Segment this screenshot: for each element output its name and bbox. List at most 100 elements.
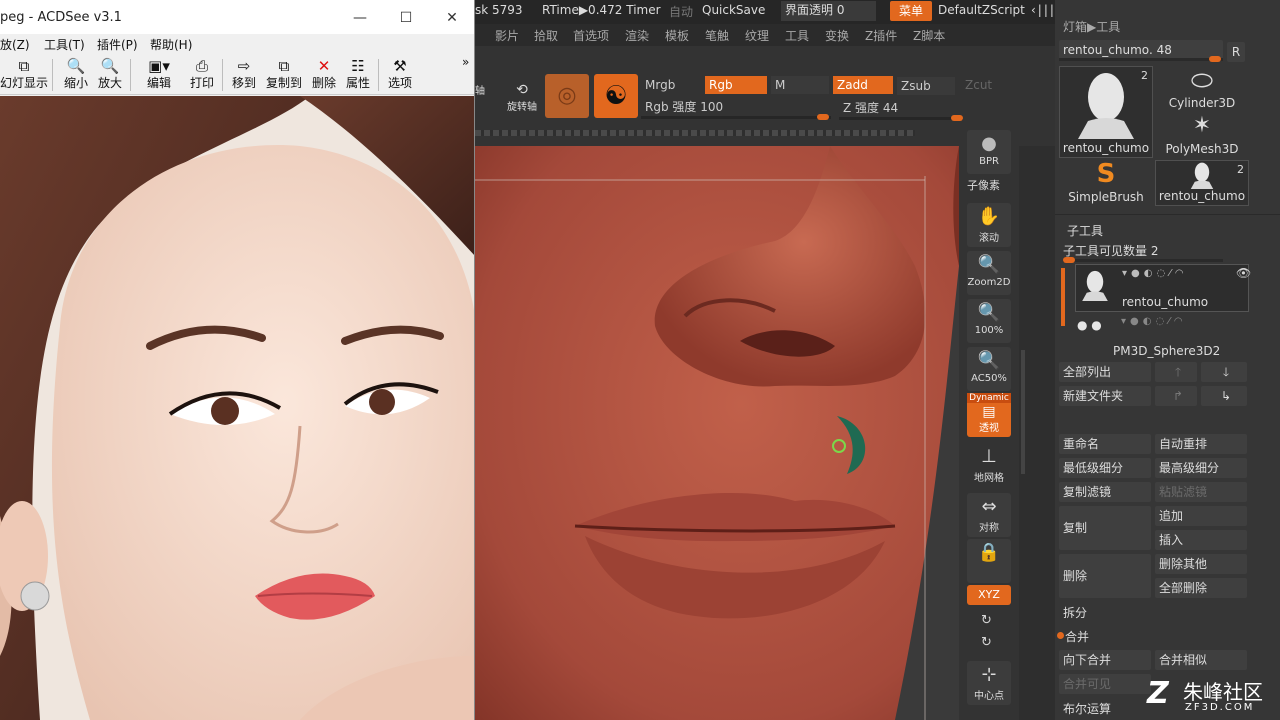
rotate-axis-button[interactable]: ⟲ 旋转轴 [505,82,539,116]
eye-icon[interactable]: 👁 [1236,266,1251,280]
menu-view[interactable]: 放(Z) [0,36,30,53]
zbrush-viewport[interactable] [475,146,959,720]
current-tool-slider[interactable]: rentou_chumo. 48 [1059,40,1223,60]
close-icon[interactable]: ✕ [432,6,472,30]
move-down-icon[interactable]: 🡓 [1201,362,1247,382]
zsub-toggle[interactable]: Zsub [897,77,955,95]
menu-stencil[interactable]: 模板 [665,27,689,44]
tool-thumb-cylinder[interactable]: ⬭ Cylinder3D [1155,66,1249,112]
lowest-subdiv-button[interactable]: 最低级细分 [1059,458,1151,478]
tool-thumb-rentou-2[interactable]: 2 rentou_chumo [1155,160,1249,206]
z-intensity-slider[interactable]: Z 强度 44 [839,99,959,117]
m-toggle[interactable]: M [771,76,829,94]
shelf-scrollbar[interactable] [475,130,915,136]
r-button[interactable]: R [1227,42,1245,62]
zadd-toggle[interactable]: Zadd [833,76,893,94]
tool-thumb-polymesh[interactable]: ✶ PolyMesh3D [1155,112,1249,158]
into-folder-icon[interactable]: ↳ [1201,386,1247,406]
subtool-scrollbar[interactable] [1061,268,1065,326]
delete-button[interactable]: ✕ 删除 [308,57,340,93]
delete-other-button[interactable]: 删除其他 [1155,554,1247,574]
list-all-button[interactable]: 全部列出 [1059,362,1151,382]
menu-zplugin[interactable]: Z插件 [865,27,897,44]
menu-help[interactable]: 帮助(H) [150,36,192,53]
split-section[interactable]: 拆分 [1063,604,1087,621]
menu-transform[interactable]: 变换 [825,27,849,44]
tool-thumb-rentou[interactable]: 2 rentou_chumo [1059,66,1153,158]
menu-preferences[interactable]: 首选项 [573,27,609,44]
append-button[interactable]: 追加 [1155,506,1247,526]
rgb-intensity-track[interactable] [641,114,831,120]
options-button[interactable]: ⚒ 选项 [384,57,416,93]
rgb-intensity-slider[interactable]: Rgb 强度 100 [641,98,831,116]
boolean-section[interactable]: 布尔运算 [1063,700,1111,717]
z-intensity-track[interactable] [839,115,963,121]
delete-button[interactable]: 删除 [1059,554,1151,598]
center-point-button[interactable]: ⊹ 中心点 [967,661,1011,705]
bpr-button[interactable]: ● BPR [967,130,1011,174]
transparency-slider[interactable]: 界面透明 0 [781,1,876,21]
material-sphere-icon[interactable]: ◎ [545,74,589,118]
subtool-section-title[interactable]: 子工具 [1067,222,1103,239]
subtool-item-active[interactable]: ▾●◐◌⁄◠ 👁 rentou_chumo [1075,264,1251,312]
menu-tool[interactable]: 工具 [785,27,809,44]
actual-size-button[interactable]: 🔍 100% [967,299,1011,343]
duplicate-button[interactable]: 复制 [1059,506,1151,550]
zcut-toggle[interactable]: Zcut [961,76,1011,94]
move-up-icon[interactable]: 🡑 [1155,362,1197,382]
quicksave-button[interactable]: QuickSave [702,3,765,17]
ac50-button[interactable]: 🔍 AC50% [967,347,1011,391]
delete-all-button[interactable]: 全部删除 [1155,578,1247,598]
copy-filter-button[interactable]: 复制滤镜 [1059,482,1151,502]
zoom-in-button[interactable]: 🔍 放大 [94,57,126,93]
slideshow-button[interactable]: ⧉ 幻灯显示 [0,57,48,93]
merge-similar-button[interactable]: 合并相似 [1155,650,1247,670]
move-to-button[interactable]: ⇨ 移到 [228,57,260,93]
rename-button[interactable]: 重命名 [1059,434,1151,454]
perspective-button[interactable]: Dynamic ▤ 透视 [967,393,1011,437]
symmetry-button[interactable]: ⇔ 对称 [967,493,1011,537]
tool-thumb-simplebrush[interactable]: S SimpleBrush [1059,160,1153,206]
menu-render[interactable]: 渲染 [625,27,649,44]
rotate-z-icon[interactable]: ↻ [981,635,992,650]
color-swatch-icon[interactable]: ☯ [594,74,638,118]
paste-filter-button[interactable]: 粘贴滤镜 [1155,482,1247,502]
menu-texture[interactable]: 纹理 [745,27,769,44]
insert-button[interactable]: 插入 [1155,530,1247,550]
edit-button[interactable]: ▣▾ 编辑 [136,57,182,93]
minimize-icon[interactable]: — [340,6,380,30]
print-button[interactable]: ⎙ 打印 [186,57,218,93]
zoom2d-button[interactable]: 🔍 Zoom2D [967,251,1011,295]
zoom-out-button[interactable]: 🔍 缩小 [60,57,92,93]
strip-scrollbar[interactable] [1021,350,1025,474]
menu-plugins[interactable]: 插件(P) [97,36,138,53]
scroll-button[interactable]: ✋ 滚动 [967,203,1011,247]
menu-button[interactable]: 菜单 [890,1,932,21]
menu-stroke[interactable]: 笔触 [705,27,729,44]
xyz-rotate-button[interactable]: XYZ [967,585,1011,605]
subpixel-label[interactable]: 子像素 [967,177,1000,193]
menu-zscript[interactable]: Z脚本 [913,27,945,44]
local-lock-button[interactable]: 🔒 [967,539,1011,583]
menu-picker[interactable]: 拾取 [534,27,558,44]
merge-section[interactable]: 合并 [1065,628,1089,645]
merge-visible-button[interactable]: 合并可见 [1059,674,1151,694]
highest-subdiv-button[interactable]: 最高级细分 [1155,458,1247,478]
auto-reorder-button[interactable]: 自动重排 [1155,434,1247,454]
maximize-icon[interactable]: ☐ [386,6,426,30]
new-folder-button[interactable]: 新建文件夹 [1059,386,1151,406]
subtool-item[interactable]: ● ● ▾●◐◌⁄◠ PM3D_Sphere3D2 [1075,316,1249,360]
tool-slider-track[interactable] [1059,56,1223,62]
rgb-toggle[interactable]: Rgb [705,76,767,94]
copy-to-button[interactable]: ⧉ 复制到 [264,57,304,93]
rotate-y-icon[interactable]: ↻ [981,613,992,628]
redo-arrow-icon[interactable]: ↱ [1155,386,1197,406]
properties-button[interactable]: ☷ 属性 [342,57,374,93]
menu-tools[interactable]: 工具(T) [44,36,85,53]
subtool-count-track[interactable] [1063,257,1223,263]
menu-movie[interactable]: 影片 [495,27,519,44]
merge-down-button[interactable]: 向下合并 [1059,650,1151,670]
mrgb-toggle[interactable]: Mrgb [641,76,699,94]
subtool-flags-icon[interactable]: ▾●◐◌⁄◠ [1121,316,1187,327]
zscript-label[interactable]: DefaultZScript [938,3,1025,17]
